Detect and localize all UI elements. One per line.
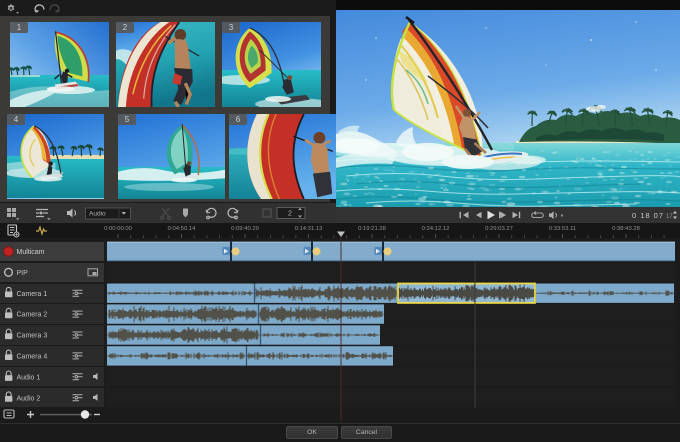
svg-text:Camera 3: Camera 3 (17, 333, 48, 340)
svg-text:Camera 1: Camera 1 (17, 291, 48, 298)
svg-text:Camera 4: Camera 4 (17, 354, 48, 361)
svg-text:Audio 2: Audio 2 (17, 395, 41, 402)
svg-text:Camera 2: Camera 2 (17, 312, 48, 319)
svg-text:Audio 1: Audio 1 (17, 374, 41, 381)
